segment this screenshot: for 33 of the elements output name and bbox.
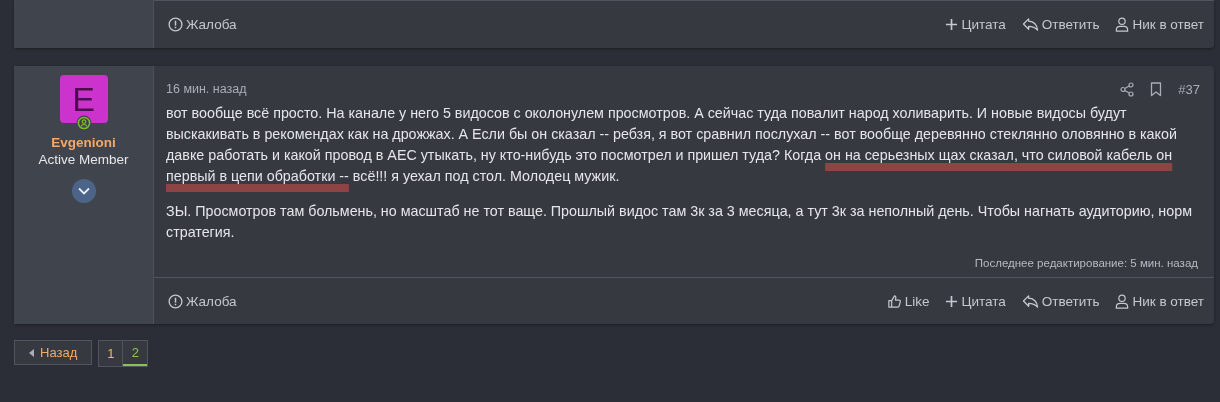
reply-link[interactable]: Ответить [1021, 293, 1100, 309]
expand-button[interactable] [71, 179, 96, 203]
user-icon [1115, 293, 1130, 309]
quote-link[interactable]: Цитата [945, 293, 1006, 309]
mention-link[interactable]: Ник в ответ [1115, 293, 1204, 309]
page-button[interactable]: 2 [123, 341, 148, 366]
post-number-link[interactable]: #37 [1178, 81, 1200, 97]
chevron-down-icon [77, 187, 90, 195]
quote-link[interactable]: Цитата [945, 17, 1006, 32]
like-link[interactable]: Like [886, 293, 930, 309]
reply-icon [1021, 293, 1039, 309]
message-paragraph: вот вообще всё просто. На канале у него 5 видосов с околонулем просмотров. А сейчас туда повалит народ холиварить. И новые видосы будут выскакивать в рекомендах как на дрожжах. А Если бы он сказал -- ребзя, я вот сравнил послухал -- вот вообще деревянно стеклянно оловянно в какой давке работать и какой провод в АЕС утыкать, ну кто-нибудь это посмотрел и пришел туда? Когда он на серьезных щах сказал, что силовой кабель он первый в цепи обработки -- всё!!! я уехал под стол. Молодец мужик. [166, 104, 1178, 186]
plus-icon [945, 294, 959, 308]
report-link[interactable]: Жалоба [168, 293, 237, 309]
reply-icon [1021, 17, 1039, 32]
thumbs-up-icon [886, 293, 902, 309]
bookmark-icon[interactable] [1150, 81, 1163, 97]
username-link[interactable]: Evgenioni [51, 135, 116, 150]
last-edited-note: Последнее редактирование: 5 мин. назад [973, 257, 1199, 269]
user-icon [1115, 17, 1130, 32]
post-time[interactable]: 16 мин. назад [166, 82, 247, 96]
reply-link[interactable]: Ответить [1021, 17, 1100, 32]
plus-icon [945, 18, 959, 31]
warning-icon [168, 293, 183, 309]
report-link[interactable]: Жалоба [168, 17, 237, 32]
mention-link[interactable]: Ник в ответ [1115, 17, 1204, 32]
share-icon[interactable] [1120, 81, 1135, 97]
page-button[interactable]: 1 [99, 341, 124, 366]
previous-page-button[interactable]: Назад [14, 340, 93, 365]
caret-left-icon [29, 348, 34, 357]
user-title: Active Member [38, 152, 129, 167]
message-paragraph: ЗЫ. Просмотров там больмень, но масштаб не тот ваще. Прошлый видос там 3к за 3 месяца, а тут 3к за неполный день. Чтобы нагнать аудиторию, норм стратегия. [166, 202, 1193, 242]
warning-icon [168, 17, 183, 32]
